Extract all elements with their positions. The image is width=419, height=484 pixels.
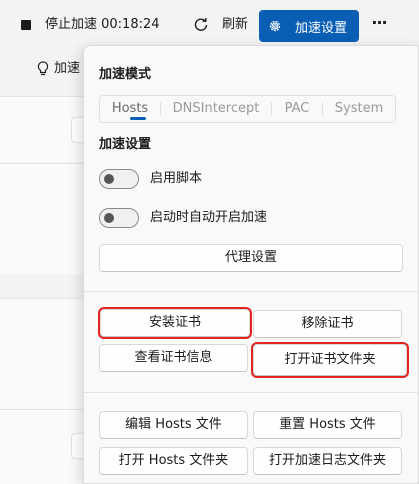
refresh-button[interactable]: 刷新: [222, 16, 248, 34]
toggle-knob: [104, 174, 114, 184]
background-accel-label[interactable]: 加速: [54, 61, 80, 77]
view-certificate-info-button[interactable]: 查看证书信息: [99, 344, 248, 372]
tab-pac[interactable]: PAC: [272, 96, 322, 122]
acceleration-settings-button[interactable]: 加速设置: [259, 10, 359, 42]
auto-start-toggle[interactable]: [99, 208, 139, 228]
background-panel: [0, 299, 90, 409]
background-panel: [0, 164, 90, 274]
proxy-settings-button[interactable]: 代理设置: [99, 244, 403, 272]
remove-certificate-button[interactable]: 移除证书: [253, 310, 402, 338]
tab-system[interactable]: System: [323, 96, 395, 122]
more-options-button[interactable]: ···: [368, 15, 390, 32]
mode-section-title: 加速模式: [99, 67, 152, 82]
acceleration-settings-flyout: 加速模式 Hosts DNSIntercept PAC System 加速设置 …: [83, 45, 419, 484]
reset-hosts-file-button[interactable]: 重置 Hosts 文件: [253, 411, 402, 439]
gear-icon: [269, 20, 281, 32]
acceleration-settings-label: 加速设置: [295, 20, 348, 36]
top-toolbar: 停止加速 00:18:24 刷新 加速设置 ···: [0, 0, 419, 50]
enable-script-label: 启用脚本: [150, 171, 203, 186]
open-certificate-folder-button[interactable]: 打开证书文件夹: [251, 342, 409, 378]
open-hosts-folder-button[interactable]: 打开 Hosts 文件夹: [99, 447, 248, 475]
divider: [84, 392, 418, 393]
refresh-icon[interactable]: [193, 17, 209, 33]
open-log-folder-button[interactable]: 打开加速日志文件夹: [253, 447, 402, 475]
tab-selected-indicator: [130, 117, 146, 120]
tab-dnsintercept[interactable]: DNSIntercept: [161, 96, 271, 122]
settings-section-title: 加速设置: [99, 137, 152, 152]
tab-hosts-label: Hosts: [111, 101, 149, 116]
divider: [84, 291, 418, 292]
lightbulb-icon: [37, 61, 49, 76]
install-certificate-button[interactable]: 安装证书: [98, 307, 252, 339]
mode-tabs: Hosts DNSIntercept PAC System: [99, 95, 396, 123]
tab-hosts[interactable]: Hosts: [100, 96, 160, 122]
toggle-knob: [104, 213, 114, 223]
enable-script-toggle[interactable]: [99, 169, 139, 189]
stop-icon[interactable]: [21, 20, 31, 30]
stop-acceleration-button[interactable]: 停止加速 00:18:24: [45, 16, 160, 34]
edit-hosts-file-button[interactable]: 编辑 Hosts 文件: [99, 411, 248, 439]
auto-start-label: 启动时自动开启加速: [150, 210, 268, 225]
